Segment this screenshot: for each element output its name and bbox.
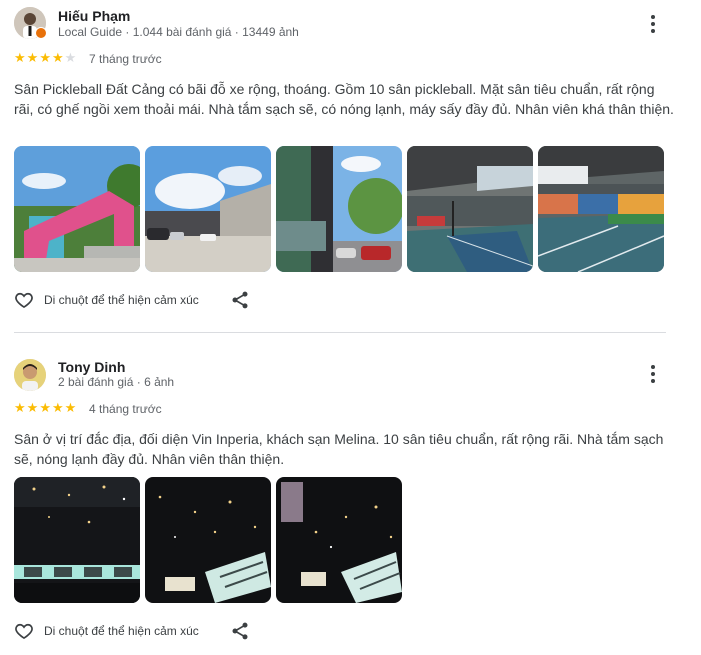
star-icon: ★ [39, 50, 51, 65]
review-photo[interactable] [276, 146, 402, 272]
star-icon: ★ [39, 400, 51, 415]
star-icon: ★ [14, 400, 26, 415]
heart-outline-icon[interactable] [14, 290, 34, 310]
photo-strip [14, 146, 664, 272]
review-time: 7 tháng trước [89, 52, 162, 66]
review-divider [14, 332, 666, 333]
star-icon: ★ [51, 400, 64, 415]
react-hint: Di chuột để thể hiện cảm xúc [44, 624, 199, 638]
review-text: Sân Pickleball Đất Cảng có bãi đỗ xe rộn… [14, 81, 674, 117]
star-rating: ★ ★ ★ ★ ★ [14, 401, 76, 415]
react-hint: Di chuột để thể hiện cảm xúc [44, 293, 199, 307]
review-actions: Di chuột để thể hiện cảm xúc [14, 620, 248, 642]
heart-outline-icon[interactable] [14, 621, 34, 641]
star-icon: ★ [26, 50, 39, 65]
review-photo[interactable] [145, 146, 271, 272]
more-vert-icon[interactable] [643, 362, 663, 386]
review-photo[interactable] [276, 477, 402, 603]
review-photo[interactable] [407, 146, 533, 272]
review-actions: Di chuột để thể hiện cảm xúc [14, 289, 248, 311]
star-icon: ★ [14, 50, 26, 65]
review-time: 4 tháng trước [89, 402, 162, 416]
local-guide-badge [35, 27, 47, 39]
share-icon[interactable] [230, 621, 250, 641]
star-rating: ★ ★ ★ ★ ★ [14, 51, 76, 65]
avatar[interactable] [14, 359, 46, 391]
share-icon[interactable] [230, 290, 250, 310]
photo-strip [14, 477, 402, 603]
star-icon: ★ [26, 400, 39, 415]
star-icon: ★ [64, 50, 77, 65]
star-icon: ★ [64, 400, 77, 415]
review-photo[interactable] [145, 477, 271, 603]
reviewer-meta: 2 bài đánh giá · 6 ảnh [58, 375, 175, 389]
more-vert-icon[interactable] [643, 12, 663, 36]
star-icon: ★ [51, 50, 64, 65]
review-photo[interactable] [538, 146, 664, 272]
reviewer-name[interactable]: Hiếu Phạm [58, 8, 130, 24]
review-photo[interactable] [14, 146, 140, 272]
review-photo[interactable] [14, 477, 140, 603]
reviewer-meta: Local Guide · 1.044 bài đánh giá · 13449… [58, 25, 299, 39]
reviewer-name[interactable]: Tony Dinh [58, 359, 125, 375]
review-text: Sân ở vị trí đắc địa, đối diện Vin Inper… [14, 431, 664, 467]
